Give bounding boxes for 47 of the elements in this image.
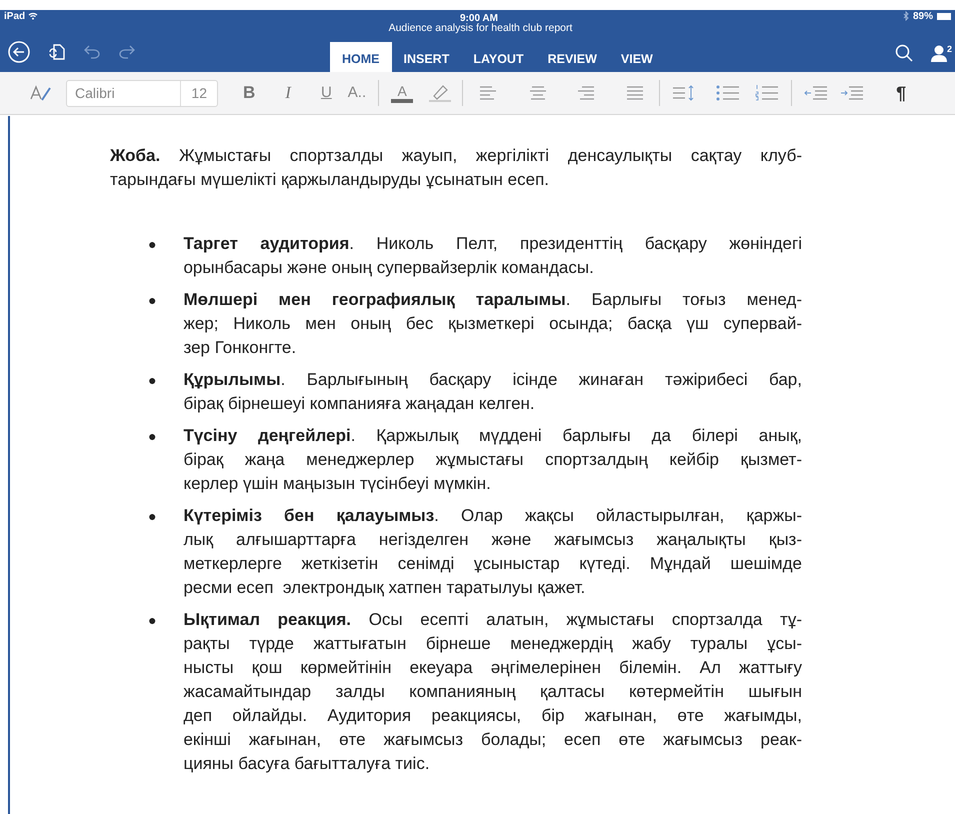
italic-button[interactable]: I (285, 80, 291, 106)
align-left-icon[interactable] (479, 86, 498, 100)
battery-icon (937, 12, 951, 20)
highlighter-icon[interactable] (428, 83, 452, 103)
bullet-paragraph: Күтеріміз бен қалауымыз. Олар жақсы ойластырылған, қаржы- лық алғышарттарға негізделген және жағымсыз жаңалықты қыз- меткерлерге жеткізетін сенімді ұсыныстар күтеді. Мұндай шешімде ресми есеп электрондық хатпен таратылуы қажет. (183, 505, 802, 599)
bullet-paragraph: Ықтимал реакция. Осы есепті алатын, жұмыстағы спортзалда тұ- рақты түрде жаттығатын бірнеше менеджердің жабу туралы ұсы- нысты қош көрмейтінін екеуара әңгімелерінен білемін. Ал жаттығу жасамайтындар залды компанияның қалтасы көтермейтін шығын деп ойлайды. Аудитория реакциясы, бір жағынан, өте жағымды, екінші жағынан, өте жағымсыз болады; есеп өте жағымсыз реак- цияны басуға бағытталуға тиіс. (183, 609, 802, 775)
ribbon-tab[interactable]: LAYOUT (461, 42, 536, 72)
ribbon-tab[interactable]: VIEW (608, 42, 665, 72)
redo-icon[interactable] (119, 45, 135, 59)
person-icon[interactable] (930, 44, 947, 62)
bullet: ● (148, 235, 156, 254)
bullet-paragraph: Түсіну деңгейлері. Қаржылық мүддені барлығы да білері анық, бірақ жаңа менеджерлер жұмыстағы спортзалдың кейбір қызмет- керлер үшін маңызын түсінбеуі мүмкін. (183, 425, 802, 495)
show-marks-button[interactable]: ¶ (896, 80, 906, 106)
battery-level: 89% (912, 10, 933, 24)
bulleted-list-icon[interactable] (716, 85, 740, 101)
search-icon[interactable] (894, 44, 913, 62)
intro-paragraph: Жоба. Жұмыстағы спортзалды жауып, жергілікті денсаулықты сақтау клуб- тарындағы мүшелікті қаржыландыруды ұсынатын есеп. (110, 145, 802, 191)
align-center-icon[interactable] (528, 86, 546, 100)
bullet-paragraph: Таргет аудитория. Николь Пелт, президенттің басқару жөніндегі орынбасары және оның супервайзерлік командасы. (183, 233, 802, 279)
document-sync-icon[interactable] (49, 43, 65, 61)
device-name: iPad (4, 10, 26, 24)
bullet: ● (148, 371, 156, 390)
bullet: ● (148, 291, 156, 310)
ribbon-tab[interactable]: INSERT (392, 42, 462, 72)
document-title: Audience analysis for health club report (388, 22, 574, 35)
share-count: 2 (946, 44, 952, 54)
format-painter-icon[interactable] (30, 85, 52, 101)
wifi-icon (28, 12, 38, 20)
bullet: ● (148, 427, 156, 446)
ribbon-tab[interactable]: HOME (330, 42, 392, 72)
decrease-indent-icon[interactable] (804, 86, 828, 100)
bluetooth-icon (902, 11, 909, 21)
font-field[interactable]: Calibri 12 (66, 80, 218, 106)
bullet: ● (148, 507, 156, 526)
clock-time: 9:00 AM (460, 12, 498, 24)
back-icon[interactable] (8, 41, 30, 63)
bold-button[interactable]: B (243, 80, 256, 106)
align-right-icon[interactable] (577, 86, 596, 100)
bullet: ● (148, 611, 156, 630)
line-spacing-icon[interactable] (672, 85, 696, 101)
bullet-paragraph: Мөлшері мен географиялық таралымы. Барлығы тоғыз менед- жер; Николь мен оның бес қызметкері осында; басқа үш супервай- зер Гонконгте. (183, 289, 802, 359)
justify-icon[interactable] (626, 86, 644, 100)
ribbon-tab[interactable]: REVIEW (536, 42, 609, 72)
increase-indent-icon[interactable] (840, 86, 864, 100)
numbered-list-icon[interactable] (755, 85, 780, 101)
undo-icon[interactable] (84, 45, 100, 59)
bullet-paragraph: Құрылымы. Барлығының басқару ісінде жинаған тәжірибесі бар, бірақ бірнешеуі компанияға жаңадан келген. (183, 369, 802, 415)
